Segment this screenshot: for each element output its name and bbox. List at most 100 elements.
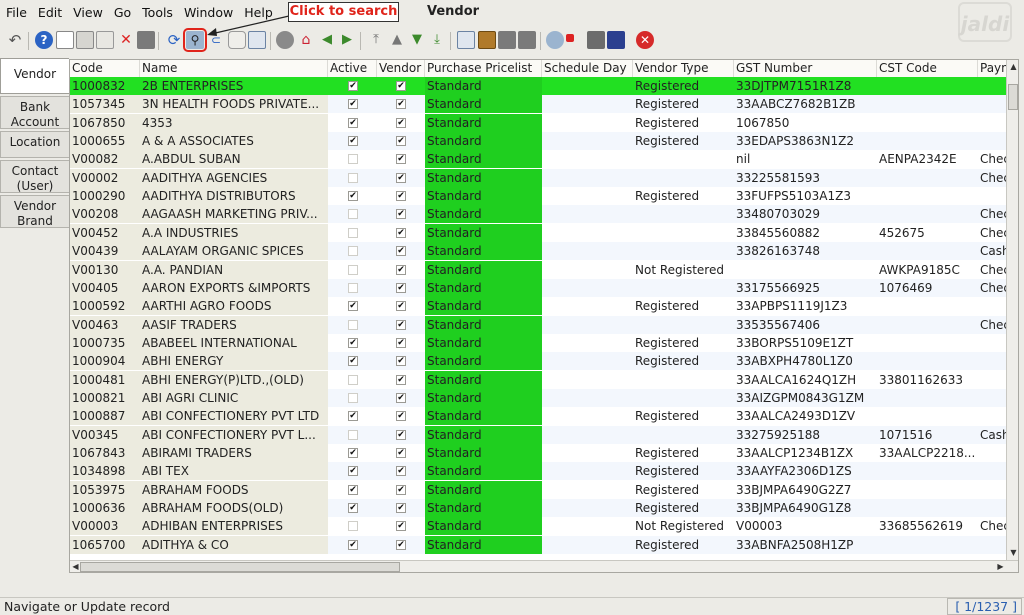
vendor-checkbox[interactable]: ✔ (396, 411, 406, 422)
print-preview-icon[interactable] (498, 31, 516, 49)
cell-type[interactable] (633, 425, 734, 444)
new-record-icon[interactable] (56, 31, 74, 49)
cell-schedule[interactable] (542, 150, 633, 169)
cell-vendor[interactable]: ✔ (377, 187, 425, 206)
cell-type[interactable]: Not Registered (633, 260, 734, 279)
cell-pay[interactable] (978, 113, 1008, 132)
horizontal-scrollbar[interactable]: ◀ ▶ (70, 560, 1018, 572)
cell-pay[interactable] (978, 297, 1008, 316)
cell-pricelist[interactable]: Standard (425, 352, 542, 371)
cell-pay[interactable] (978, 462, 1008, 481)
cell-cst[interactable] (877, 77, 978, 95)
cell-cst[interactable]: 452675 (877, 223, 978, 242)
cell-gst[interactable]: 1067850 (734, 113, 877, 132)
zoom-across-icon[interactable] (546, 31, 564, 49)
cell-type[interactable]: Registered (633, 462, 734, 481)
cell-active[interactable]: ✔ (328, 113, 377, 132)
cell-schedule[interactable] (542, 95, 633, 114)
cell-vendor[interactable]: ✔ (377, 113, 425, 132)
cell-cst[interactable] (877, 297, 978, 316)
table-row[interactable]: 1034898 ABI TEX ✔ ✔ Standard Registered 33AAYF… (70, 462, 1008, 481)
active-checkbox[interactable]: ✔ (348, 411, 358, 422)
cell-name[interactable]: ABI AGRI CLINIC (140, 388, 328, 407)
tab-contact-user[interactable]: Contact (User) (0, 160, 69, 193)
cell-pricelist[interactable]: Standard (425, 278, 542, 297)
cell-code[interactable]: 1000636 (70, 499, 140, 518)
cell-active[interactable] (328, 278, 377, 297)
vendor-checkbox[interactable]: ✔ (396, 81, 406, 91)
cell-type[interactable] (633, 315, 734, 334)
cell-type[interactable] (633, 223, 734, 242)
cell-name[interactable]: A.A INDUSTRIES (140, 223, 328, 242)
cell-active[interactable] (328, 223, 377, 242)
vendor-checkbox[interactable]: ✔ (396, 246, 406, 257)
cell-name[interactable]: ABRAHAM FOODS(OLD) (140, 499, 328, 518)
cell-name[interactable]: ABI TEX (140, 462, 328, 481)
cell-gst[interactable]: 33BORPS5109E1ZT (734, 333, 877, 352)
cell-active[interactable] (328, 168, 377, 187)
cell-schedule[interactable] (542, 315, 633, 334)
cell-type[interactable]: Registered (633, 480, 734, 499)
cell-pricelist[interactable]: Standard (425, 223, 542, 242)
cell-cst[interactable] (877, 315, 978, 334)
column-header-schedule-day[interactable]: Schedule Day (542, 60, 633, 77)
column-header-name[interactable]: Name (140, 60, 328, 77)
cell-cst[interactable] (877, 407, 978, 426)
scroll-up-arrow-icon[interactable]: ▲ (1008, 61, 1018, 72)
save-icon[interactable] (137, 31, 155, 49)
cell-gst[interactable]: 33175566925 (734, 278, 877, 297)
cell-type[interactable] (633, 205, 734, 224)
table-row[interactable]: 1000481 ABHI ENERGY(P)LTD.,(OLD) ✔ Standard… (70, 370, 1008, 389)
active-checkbox[interactable]: ✔ (348, 81, 358, 91)
horizontal-scroll-thumb[interactable] (80, 562, 400, 572)
active-checkbox[interactable] (348, 264, 358, 275)
cell-name[interactable]: 2B ENTERPRISES (140, 77, 328, 95)
request-icon[interactable] (587, 31, 605, 49)
column-header-vendor-type[interactable]: Vendor Type (633, 60, 734, 77)
active-checkbox[interactable]: ✔ (348, 356, 358, 367)
vendor-checkbox[interactable]: ✔ (396, 374, 406, 385)
cell-pay[interactable]: Chec (978, 150, 1008, 169)
table-row[interactable]: V00405 AARON EXPORTS &IMPORTS ✔ Standard 331… (70, 278, 1008, 297)
cell-name[interactable]: AADITHYA AGENCIES (140, 168, 328, 187)
vendor-checkbox[interactable]: ✔ (396, 172, 406, 183)
vendor-checkbox[interactable]: ✔ (396, 356, 406, 367)
table-row[interactable]: 1000636 ABRAHAM FOODS(OLD) ✔ ✔ Standard Regis… (70, 499, 1008, 518)
vendor-checkbox[interactable]: ✔ (396, 392, 406, 403)
cell-code[interactable]: 1067850 (70, 113, 140, 132)
product-info-icon[interactable] (607, 31, 625, 49)
cell-vendor[interactable]: ✔ (377, 352, 425, 371)
vendor-checkbox[interactable]: ✔ (396, 191, 406, 202)
vertical-scroll-thumb[interactable] (1008, 84, 1018, 110)
cell-pricelist[interactable]: Standard (425, 407, 542, 426)
cell-name[interactable]: A.A. PANDIAN (140, 260, 328, 279)
cell-schedule[interactable] (542, 278, 633, 297)
cell-vendor[interactable]: ✔ (377, 462, 425, 481)
cell-cst[interactable] (877, 242, 978, 261)
first-record-icon[interactable]: ⤒ (367, 31, 385, 49)
cell-active[interactable] (328, 260, 377, 279)
cell-cst[interactable]: 33AALCP2218... (877, 444, 978, 462)
cell-pay[interactable]: Chec (978, 260, 1008, 279)
cell-schedule[interactable] (542, 535, 633, 554)
cell-pricelist[interactable]: Standard (425, 260, 542, 279)
cell-schedule[interactable] (542, 444, 633, 462)
cell-pay[interactable] (978, 480, 1008, 499)
table-row[interactable]: V00452 A.A INDUSTRIES ✔ Standard 33845560882… (70, 223, 1008, 242)
cell-schedule[interactable] (542, 77, 633, 95)
table-row[interactable]: V00002 AADITHYA AGENCIES ✔ Standard 33225581… (70, 168, 1008, 187)
undo-icon[interactable]: ↶ (6, 31, 24, 49)
table-row[interactable]: 1067843 ABIRAMI TRADERS ✔ ✔ Standard Register… (70, 444, 1008, 462)
active-checkbox[interactable]: ✔ (348, 191, 358, 202)
cell-gst[interactable]: 33EDAPS3863N1Z2 (734, 132, 877, 151)
cell-name[interactable]: ABI CONFECTIONERY PVT L... (140, 425, 328, 444)
cell-type[interactable]: Registered (633, 297, 734, 316)
cell-pricelist[interactable]: Standard (425, 77, 542, 95)
cell-active[interactable] (328, 315, 377, 334)
cell-vendor[interactable]: ✔ (377, 205, 425, 224)
cell-cst[interactable]: AWKPA9185C (877, 260, 978, 279)
cell-code[interactable]: 1034898 (70, 462, 140, 481)
cell-gst[interactable]: 33FUFPS5103A1Z3 (734, 187, 877, 206)
vendor-checkbox[interactable]: ✔ (396, 301, 406, 312)
cell-active[interactable]: ✔ (328, 95, 377, 114)
